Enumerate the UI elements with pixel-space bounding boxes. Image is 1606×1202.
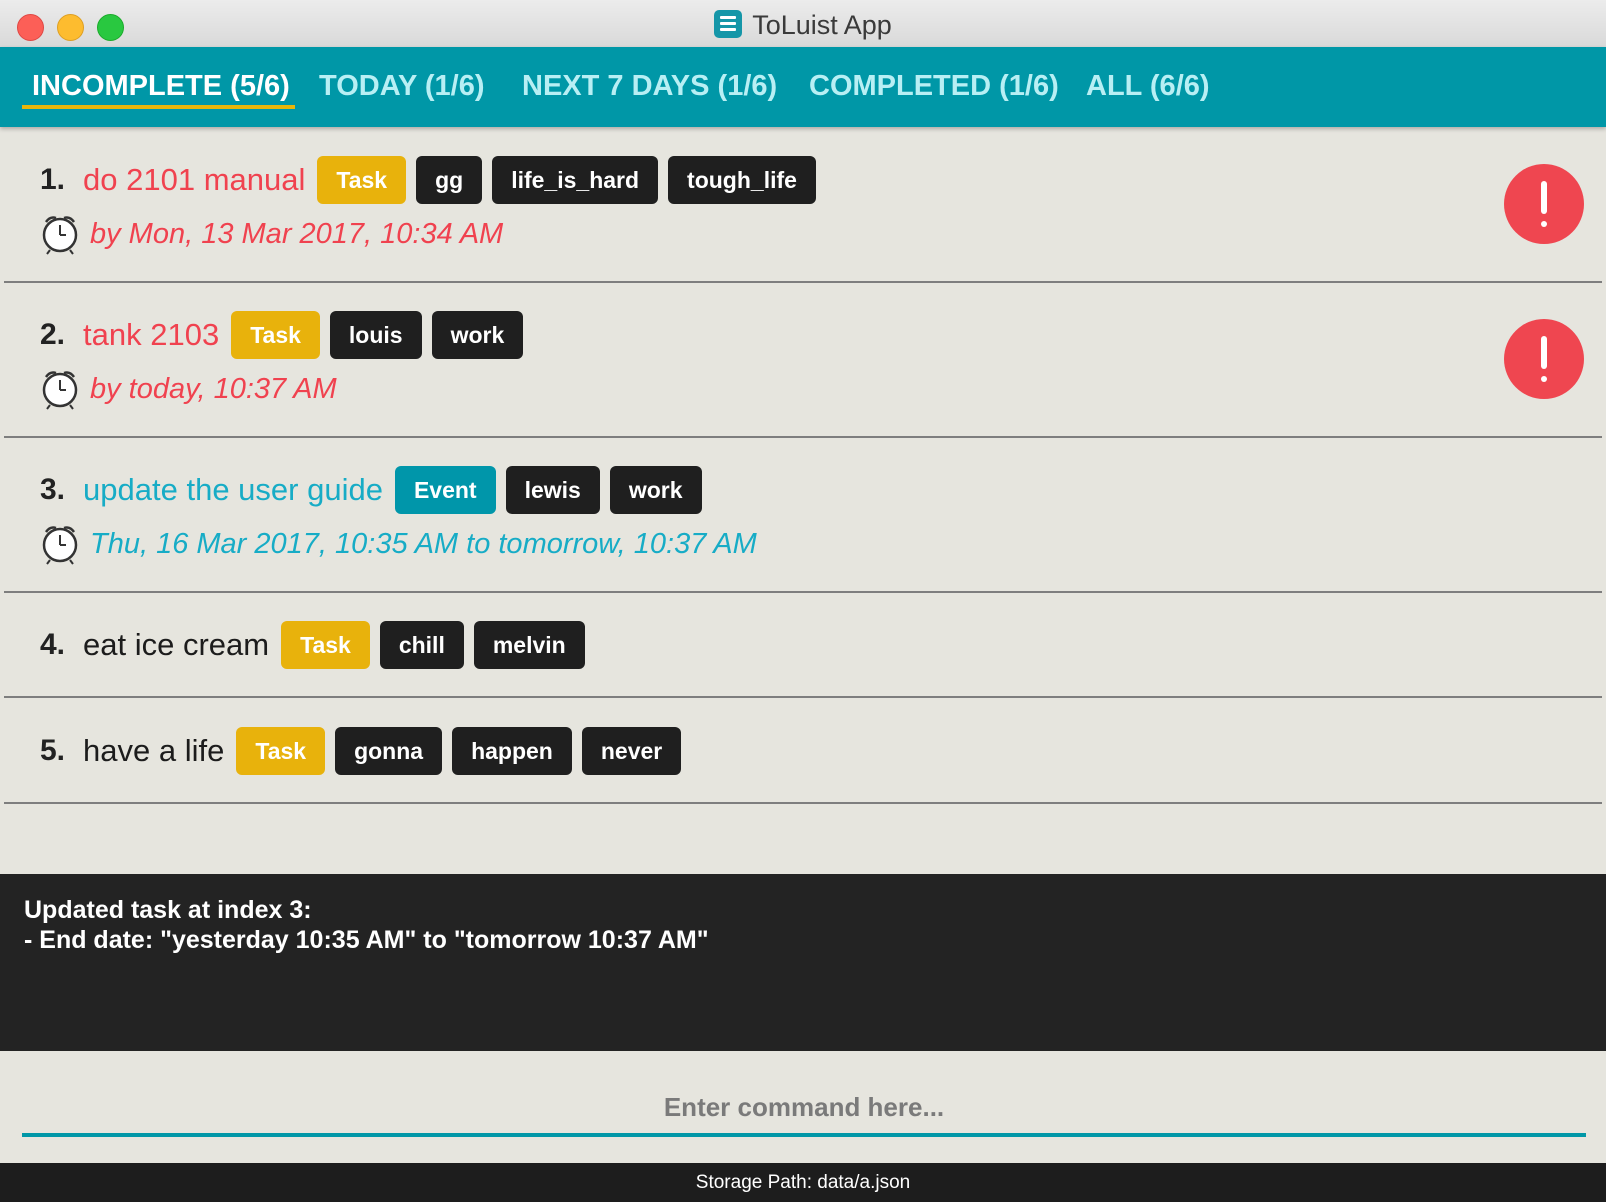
task-index: 1. xyxy=(40,163,66,196)
storage-path: Storage Path: data/a.json xyxy=(695,1172,911,1193)
tag-badge: work xyxy=(431,311,524,359)
tag-badge: lewis xyxy=(505,466,600,514)
app-window: ToLuist App INCOMPLETE (5/6) TODAY (1/6)… xyxy=(0,0,1606,1202)
alarm-clock-icon xyxy=(42,371,78,410)
window-title-area: ToLuist App xyxy=(0,10,1606,41)
task-date: Thu, 16 Mar 2017, 10:35 AM to tomorrow, … xyxy=(90,527,757,560)
alarm-clock-icon xyxy=(42,526,78,565)
tag-badge: gonna xyxy=(335,727,443,775)
task-date-line: by Mon, 13 Mar 2017, 10:34 AM xyxy=(40,212,503,256)
result-display: Updated task at index 3: - End date: "ye… xyxy=(0,874,1606,1051)
tab-today[interactable]: TODAY (1/6) xyxy=(319,47,484,127)
app-icon xyxy=(714,10,743,38)
tab-bar: INCOMPLETE (5/6) TODAY (1/6) NEXT 7 DAYS… xyxy=(0,47,1606,127)
tag-badge: work xyxy=(609,466,702,514)
task-row[interactable]: 2. tank 2103 Task louis work by today, 1… xyxy=(4,283,1602,438)
alarm-clock-icon xyxy=(42,216,78,255)
task-header: 3. update the user guide Event lewis wor… xyxy=(40,465,712,515)
status-bar: Storage Path: data/a.json xyxy=(0,1163,1606,1202)
task-date-line: by today, 10:37 AM xyxy=(40,367,337,411)
tag-badge: tough_life xyxy=(668,156,816,204)
command-area xyxy=(0,1051,1606,1163)
task-header: 2. tank 2103 Task louis work xyxy=(40,310,533,360)
task-header: 1. do 2101 manual Task gg life_is_hard t… xyxy=(40,155,826,205)
tab-next-7-days[interactable]: NEXT 7 DAYS (1/6) xyxy=(522,47,777,127)
task-date: by Mon, 13 Mar 2017, 10:34 AM xyxy=(90,217,504,250)
task-row[interactable]: 1. do 2101 manual Task gg life_is_hard t… xyxy=(4,128,1602,283)
task-name: eat ice cream xyxy=(83,627,270,662)
tab-completed[interactable]: COMPLETED (1/6) xyxy=(809,47,1059,127)
task-name: update the user guide xyxy=(83,472,383,507)
tag-badge: life_is_hard xyxy=(492,156,659,204)
task-type-badge: Event xyxy=(394,466,496,514)
task-type-badge: Task xyxy=(231,311,320,359)
overdue-alert-icon xyxy=(1504,164,1584,244)
task-date-line: Thu, 16 Mar 2017, 10:35 AM to tomorrow, … xyxy=(40,522,757,566)
task-type-badge: Task xyxy=(281,621,370,669)
window-title: ToLuist App xyxy=(752,10,892,40)
task-type-badge: Task xyxy=(317,156,407,204)
task-type-badge: Task xyxy=(236,727,326,775)
tag-badge: gg xyxy=(416,156,483,204)
task-row[interactable]: 4. eat ice cream Task chill melvin xyxy=(4,593,1602,698)
tag-badge: melvin xyxy=(473,621,585,669)
task-name: do 2101 manual xyxy=(83,162,306,197)
tab-incomplete[interactable]: INCOMPLETE (5/6) xyxy=(32,47,290,127)
task-header: 4. eat ice cream Task chill melvin xyxy=(40,620,595,670)
result-line-1: Updated task at index 3: xyxy=(24,896,312,924)
active-tab-indicator xyxy=(22,105,295,109)
task-row[interactable]: 5. have a life Task gonna happen never xyxy=(4,698,1602,804)
tag-badge: happen xyxy=(452,727,572,775)
task-name: tank 2103 xyxy=(83,317,220,352)
task-index: 4. xyxy=(40,628,66,661)
task-name: have a life xyxy=(83,733,225,768)
task-row[interactable]: 3. update the user guide Event lewis wor… xyxy=(4,438,1602,593)
tag-badge: louis xyxy=(329,311,422,359)
overdue-alert-icon xyxy=(1504,319,1584,399)
task-date: by today, 10:37 AM xyxy=(90,372,337,405)
task-list: 1. do 2101 manual Task gg life_is_hard t… xyxy=(4,128,1602,804)
command-input[interactable] xyxy=(22,1081,1586,1137)
task-index: 2. xyxy=(40,318,66,351)
task-index: 5. xyxy=(40,734,66,767)
result-line-2: - End date: "yesterday 10:35 AM" to "tom… xyxy=(24,926,709,954)
task-header: 5. have a life Task gonna happen never xyxy=(40,726,691,776)
task-index: 3. xyxy=(40,473,66,506)
title-bar: ToLuist App xyxy=(0,0,1606,48)
tab-all[interactable]: ALL (6/6) xyxy=(1086,47,1210,127)
tag-badge: chill xyxy=(379,621,464,669)
tag-badge: never xyxy=(581,727,682,775)
